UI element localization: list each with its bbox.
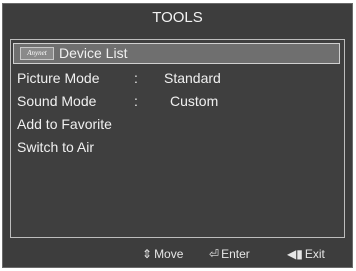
menu-item-add-to-favorite[interactable]: Add to Favorite — [17, 113, 112, 135]
tools-menu-screen: TOOLS Anynet Device List Picture Mode : … — [2, 3, 353, 268]
exit-label: Exit — [304, 247, 325, 261]
up-down-arrow-icon: ⇕ — [142, 247, 153, 261]
enter-hint: ⏎ Enter — [209, 241, 250, 267]
separator: : — [134, 70, 138, 86]
menu-item-label: Picture Mode — [17, 70, 100, 86]
menu-item-device-list[interactable]: Anynet Device List — [13, 43, 340, 64]
menu-item-label: Add to Favorite — [17, 116, 112, 132]
menu-item-picture-mode[interactable]: Picture Mode : Standard — [17, 67, 337, 89]
exit-hint: ◀▮ Exit — [287, 241, 325, 267]
move-hint: ⇕ Move — [142, 241, 183, 267]
exit-icon: ◀▮ — [287, 247, 303, 261]
tools-menu-panel: Anynet Device List Picture Mode : Standa… — [10, 39, 345, 238]
separator: : — [134, 93, 138, 109]
enter-icon: ⏎ — [209, 247, 220, 261]
move-label: Move — [154, 247, 184, 261]
sound-mode-value: Custom — [170, 93, 219, 109]
menu-title: TOOLS — [152, 9, 203, 26]
anynet-logo-icon: Anynet — [20, 47, 54, 60]
menu-item-sound-mode[interactable]: Sound Mode : Custom — [17, 90, 337, 112]
menu-item-switch-to-air[interactable]: Switch to Air — [17, 136, 94, 158]
enter-label: Enter — [221, 247, 250, 261]
picture-mode-value: Standard — [164, 70, 221, 86]
menu-item-label: Sound Mode — [17, 93, 97, 109]
menu-item-label: Switch to Air — [17, 139, 95, 155]
menu-item-label: Device List — [59, 45, 128, 61]
navigation-hints: ⇕ Move ⏎ Enter ◀▮ Exit — [3, 241, 352, 267]
